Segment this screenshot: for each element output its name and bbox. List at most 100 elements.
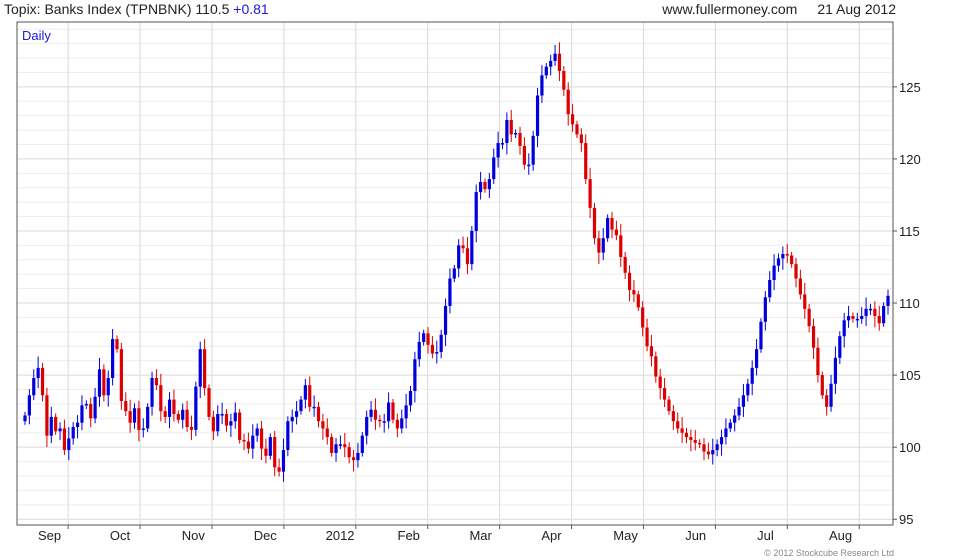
candle-body [150,377,154,407]
candle-body [430,344,435,354]
candle-body [32,377,36,396]
candle-body [71,426,75,439]
candle-body [518,132,522,146]
candle-body [457,245,461,269]
candle-body [540,75,544,96]
candle-body [860,316,864,319]
x-tick-label: May [613,528,638,543]
candle-body [89,403,93,419]
x-tick-label: Feb [398,528,420,543]
candle-body [97,369,102,397]
candle-body [124,401,128,412]
candle-body [715,444,719,451]
candle-body [128,411,132,423]
candle-body [781,254,785,259]
y-tick-label: 125 [899,80,921,95]
candle-body [798,278,802,295]
candle-body [106,377,110,396]
x-tick-label: Nov [182,528,206,543]
candle-body [803,294,807,309]
candle-body [330,437,334,453]
candle-body [264,448,268,456]
x-tick-label: Jul [757,528,774,543]
candle-body [662,388,667,400]
candle-body [426,333,430,345]
candle-body [825,395,829,407]
candle-body [224,414,229,426]
candle-body [273,437,277,468]
candle-body [49,416,53,436]
candle-body [641,307,645,328]
candle-body [198,349,202,387]
candle-body [181,409,185,420]
candle-body [570,114,575,125]
candle-body [487,179,491,190]
candle-body [623,256,627,273]
candle-body [584,143,588,180]
candle-body [680,428,684,433]
candle-body [864,308,868,317]
candle-body [378,419,382,422]
candle-body [45,395,49,436]
y-tick-label: 105 [899,368,921,383]
copyright-footer: © 2012 Stockcube Research Ltd [764,548,894,558]
candle-body [562,71,566,90]
y-tick-label: 95 [899,512,913,527]
candle-body [102,369,106,396]
candle-body [527,164,531,167]
candle-body [400,418,404,429]
candle-body [343,444,347,448]
candle-body [461,245,465,249]
candle-body [62,428,67,451]
candle-body [658,376,662,389]
candle-body [58,428,62,432]
candle-body [851,316,855,319]
candle-body [483,181,487,190]
candle-body [882,305,886,324]
candle-body [514,132,518,135]
candle-body [886,295,890,306]
candle-body [36,367,40,378]
candle-body [417,341,421,360]
candle-body [505,120,509,144]
candle-body [316,406,321,422]
candle-body [439,334,443,353]
y-axis: 95 100 105 110 115 120 125 [893,80,921,527]
candle-body [667,399,671,412]
candle-body [216,414,220,432]
candle-body [211,416,215,432]
candle-body [422,333,426,342]
candle-body [246,441,251,449]
candle-body [684,432,689,438]
candle-body [251,435,255,449]
candle-body [698,442,702,445]
candle-body [154,377,159,386]
candle-body [811,326,816,348]
y-tick-label: 100 [899,440,921,455]
candle-body [553,53,557,61]
candle-body [579,134,583,144]
candle-body [654,356,658,377]
candle-body [877,316,881,324]
candle-body [27,395,31,416]
candle-body [724,428,728,438]
candle-body [23,415,27,422]
candle-body [321,421,325,429]
candle-body [351,457,356,461]
candle-body [163,411,167,417]
candle-body [711,450,715,455]
candle-body [189,426,194,430]
candle-body [395,419,399,429]
candle-body [846,316,851,321]
candle-body [649,346,654,357]
candle-body [146,406,150,429]
candle-body [413,359,417,391]
candle-body [790,255,794,265]
candle-body [575,124,579,135]
candle-body [750,367,754,384]
x-tick-label: Sep [38,528,61,543]
candle-body [286,421,290,451]
candle-body [719,437,724,445]
candle-body [141,428,145,430]
candle-body [820,375,824,396]
